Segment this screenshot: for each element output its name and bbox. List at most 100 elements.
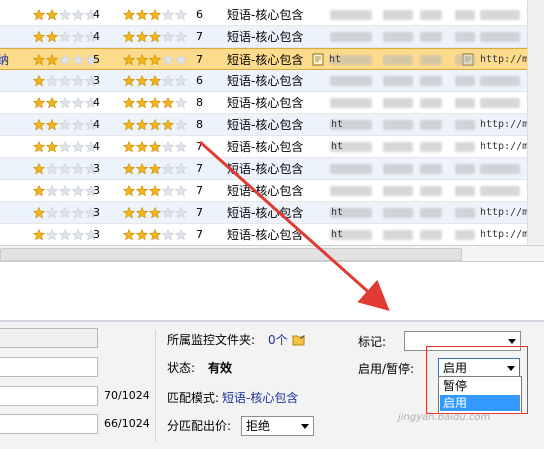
star-icon xyxy=(175,97,187,109)
star-icon xyxy=(33,141,45,153)
redacted-text xyxy=(383,230,413,240)
url-text: http://m xyxy=(480,141,529,152)
star-icon xyxy=(136,163,148,175)
table-row[interactable]: 3 7 短语-核心包含 http://m ht xyxy=(0,202,544,224)
star-icon xyxy=(162,229,174,241)
url-text: http://m xyxy=(480,54,529,65)
rating-stars-1 xyxy=(33,54,98,70)
redacted-text xyxy=(383,164,413,174)
match-type-text: 短语-核心包含 xyxy=(227,96,304,110)
table-row[interactable]: 4 6 短语-核心包含 xyxy=(0,4,544,26)
star-icon xyxy=(149,31,161,43)
horizontal-scrollbar[interactable] xyxy=(0,245,544,262)
table-row[interactable]: 3 7 短语-核心包含 http://m ht xyxy=(0,224,544,245)
table-row[interactable]: 4 7 短语-核心包含 xyxy=(0,26,544,48)
star-icon xyxy=(175,9,187,21)
star-icon xyxy=(136,229,148,241)
match-type-text: 短语-核心包含 xyxy=(227,206,304,220)
star-icon xyxy=(72,75,84,87)
star-icon xyxy=(59,141,71,153)
bid-label: 分匹配出价: xyxy=(167,419,232,433)
match-mode-label: 匹配模式: xyxy=(167,391,220,405)
star-icon xyxy=(33,185,45,197)
title-field[interactable] xyxy=(0,357,98,377)
redacted-text xyxy=(480,10,520,20)
match-type-text: 短语-核心包含 xyxy=(227,184,304,198)
mark-label: 标记: xyxy=(358,335,387,349)
star-icon xyxy=(136,207,148,219)
table-row[interactable]: 3 7 短语-核心包含 xyxy=(0,158,544,180)
star-icon xyxy=(123,9,135,21)
redacted-text xyxy=(420,164,442,174)
star-icon xyxy=(59,31,71,43)
redacted-text xyxy=(330,76,372,86)
redacted-text xyxy=(420,32,442,42)
folder-edit-icon[interactable] xyxy=(292,333,306,346)
star-icon xyxy=(175,207,187,219)
star-icon xyxy=(175,163,187,175)
redacted-text xyxy=(420,55,442,65)
match-mode-value[interactable]: 短语-核心包含 xyxy=(222,390,298,406)
star-icon xyxy=(59,207,71,219)
redacted-text xyxy=(330,164,372,174)
watermark: jingyan.baidu.com xyxy=(398,412,491,423)
redacted-text xyxy=(420,208,442,218)
star-icon xyxy=(149,229,161,241)
bid-select[interactable]: 拒绝 xyxy=(241,416,314,436)
rating-value-1: 4 xyxy=(93,140,100,153)
rating-value-2: 6 xyxy=(196,74,203,87)
redacted-text xyxy=(420,76,442,86)
rating-stars-2 xyxy=(123,185,188,201)
star-icon xyxy=(59,54,71,66)
star-icon xyxy=(72,54,84,66)
table-row[interactable]: 纳 5 7 短语-核心包含 http://m ht xyxy=(0,48,544,70)
star-icon xyxy=(33,54,45,66)
rating-stars-2 xyxy=(123,31,188,47)
star-icon xyxy=(72,9,84,21)
star-icon xyxy=(162,185,174,197)
scrollbar-thumb[interactable] xyxy=(0,248,462,261)
rating-value-2: 8 xyxy=(196,118,203,131)
star-icon xyxy=(59,97,71,109)
star-icon xyxy=(123,163,135,175)
table-row[interactable]: 3 6 短语-核心包含 xyxy=(0,70,544,92)
note-icon[interactable] xyxy=(312,53,325,66)
star-icon xyxy=(136,54,148,66)
star-icon xyxy=(59,119,71,131)
table-row[interactable]: 4 8 短语-核心包含 http://m ht xyxy=(0,114,544,136)
folder-count-link[interactable]: 0个 xyxy=(268,332,288,348)
redacted-text xyxy=(455,164,475,174)
desc2-field[interactable] xyxy=(0,414,98,434)
match-type-text: 短语-核心包含 xyxy=(227,140,304,154)
table-row[interactable]: 4 7 短语-核心包含 http://m ht xyxy=(0,136,544,158)
star-icon xyxy=(46,207,58,219)
redacted-text xyxy=(455,32,475,42)
star-icon xyxy=(175,119,187,131)
redacted-text xyxy=(420,230,442,240)
rating-stars-1 xyxy=(33,31,98,47)
folder-label: 所属监控文件夹: xyxy=(167,333,256,347)
star-icon xyxy=(33,75,45,87)
star-icon xyxy=(162,141,174,153)
rating-value-1: 3 xyxy=(93,228,100,241)
table-row[interactable]: 3 7 短语-核心包含 xyxy=(0,180,544,202)
status-label: 状态: xyxy=(167,361,196,375)
vertical-scrollbar[interactable] xyxy=(527,0,544,245)
star-icon xyxy=(46,54,58,66)
rating-value-2: 7 xyxy=(196,140,203,153)
star-icon xyxy=(59,75,71,87)
redacted-text xyxy=(455,230,475,240)
table-row[interactable]: 4 8 短语-核心包含 xyxy=(0,92,544,114)
rating-value-2: 6 xyxy=(196,8,203,21)
keyword-field[interactable] xyxy=(0,328,98,348)
star-icon xyxy=(149,207,161,219)
redacted-text xyxy=(420,10,442,20)
rating-value-2: 7 xyxy=(196,184,203,197)
star-icon xyxy=(59,185,71,197)
redacted-text xyxy=(330,10,372,20)
star-icon xyxy=(33,163,45,175)
star-icon xyxy=(46,141,58,153)
row-name-text: 纳 xyxy=(0,53,10,67)
desc1-field[interactable] xyxy=(0,386,98,406)
redacted-text xyxy=(330,186,372,196)
